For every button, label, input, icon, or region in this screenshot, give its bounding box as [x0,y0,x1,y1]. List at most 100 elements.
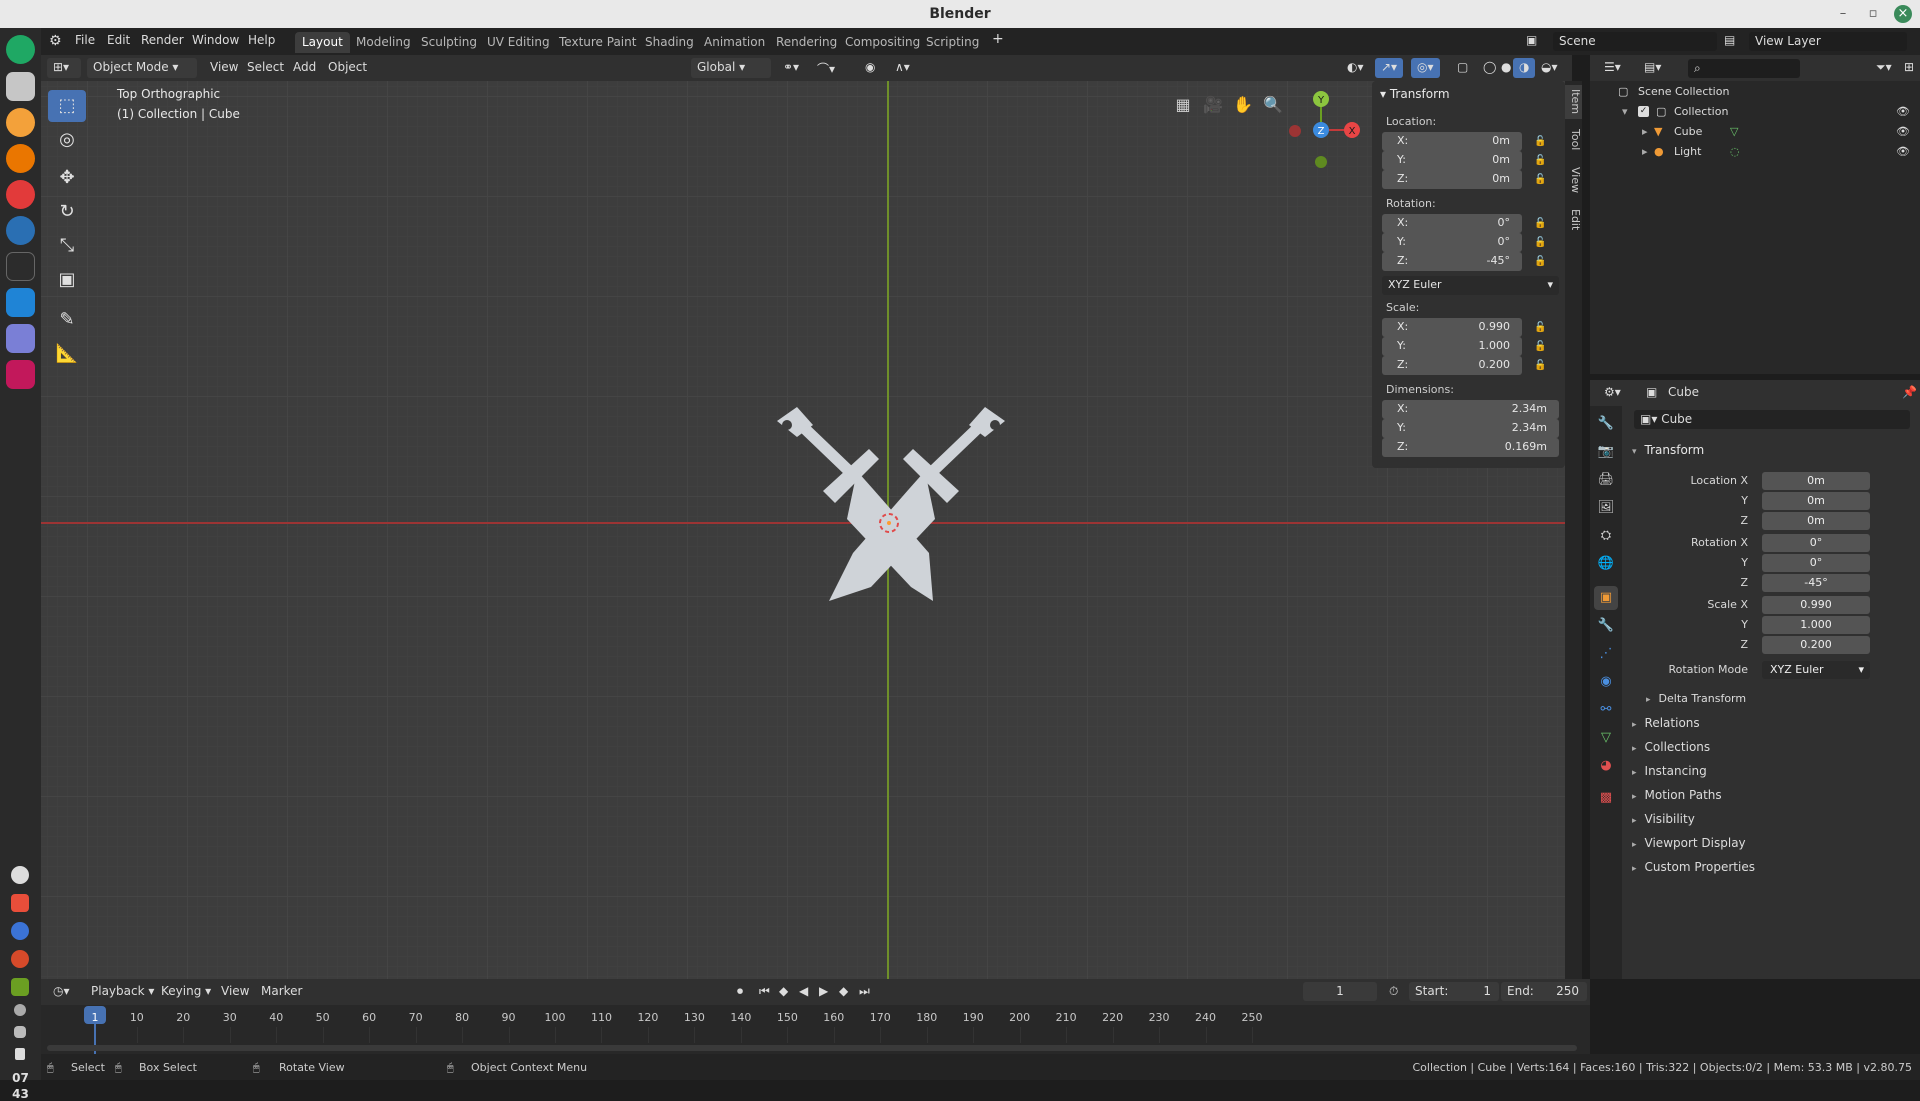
rotation-y-field[interactable]: 0° [1762,554,1870,572]
3d-viewport[interactable]: Top Orthographic (1) Collection | Cube ▦… [41,81,1572,979]
app-launcher-icon[interactable] [6,35,35,64]
play-icon[interactable]: ▶ [813,982,834,1002]
view-layer-properties-icon[interactable]: 🖼 [1594,496,1618,520]
eye-icon[interactable]: 👁 [1896,145,1910,158]
select-box-icon[interactable]: ⬚ [48,90,86,122]
editor-type-icon[interactable]: ⊞▾ [47,58,81,78]
overlay-toggle-icon[interactable]: ◎▾ [1411,58,1440,78]
proportional-edit-icon[interactable]: ◉ [859,58,881,78]
pin-icon[interactable]: 📌 [1896,383,1920,403]
timeline-scrollbar[interactable] [47,1045,1577,1051]
next-keyframe-icon[interactable]: ◆ [833,982,854,1002]
timeline-marker-menu[interactable]: Marker [255,982,308,1002]
tool-properties-icon[interactable]: 🔧 [1594,412,1618,436]
view-layer-field[interactable]: View Layer [1749,32,1907,51]
scale-y-field[interactable]: Y: 1.000 [1382,337,1522,356]
measure-tool-icon[interactable]: 📐 [48,338,86,370]
prev-keyframe-icon[interactable]: ◆ [773,982,794,1002]
scale-x-field[interactable]: X: 0.990 [1382,318,1522,337]
add-workspace-icon[interactable]: + [992,31,1004,47]
properties-editor-type-icon[interactable]: ⚙▾ [1598,383,1627,403]
gizmo-toggle-icon[interactable]: ↗▾ [1375,58,1404,78]
visual-studio-icon[interactable] [6,324,35,353]
tab-shading[interactable]: Shading [638,32,701,53]
cursor-tool-icon[interactable]: ◎ [48,124,86,156]
outliner-editor-type-icon[interactable]: ☰▾ [1598,58,1627,78]
maximize-icon[interactable]: ▫ [1864,5,1882,23]
display-mode-icon[interactable]: ▤▾ [1638,58,1667,78]
collections-section[interactable]: ▸ Collections [1632,740,1710,754]
files-icon[interactable] [6,72,35,101]
menu-window[interactable]: Window [192,33,239,47]
npanel-header[interactable]: ▾ Transform [1380,87,1450,101]
orientation-dropdown[interactable]: Global ▾ [691,58,771,78]
jump-end-icon[interactable]: ⏭ [853,982,876,1002]
rotation-mode-dropdown[interactable]: XYZ Euler ▾ [1382,276,1559,295]
lock-icon[interactable]: 🔓 [1534,341,1546,353]
clipboard-icon[interactable] [15,1048,25,1060]
loc-x-field[interactable]: X: 0m [1382,132,1522,151]
viewport-menu-object[interactable]: Object [322,58,373,78]
viewport-menu-select[interactable]: Select [241,58,290,78]
expand-icon[interactable]: ▸ [1642,145,1648,158]
relations-section[interactable]: ▸ Relations [1632,716,1700,730]
preview-range-icon[interactable]: ⏱ [1383,982,1404,1002]
tab-layout[interactable]: Layout [295,32,350,53]
texture-properties-icon[interactable]: ▩ [1594,786,1618,810]
record-icon[interactable]: ⏺ [731,982,749,1002]
browser-icon[interactable] [6,108,35,137]
rot-y-field[interactable]: Y: 0° [1382,233,1522,252]
volume-icon[interactable] [14,1026,26,1038]
expand-icon[interactable]: ▾ [1622,105,1628,118]
tab-item[interactable]: Item [1565,85,1582,119]
scene-selector-icon[interactable]: ▣ [1526,33,1537,47]
blender-logo-icon[interactable]: ⚙ [49,33,62,49]
rotation-mode-dropdown[interactable]: XYZ Euler ▾ [1762,661,1870,679]
transform-tool-icon[interactable]: ▣ [48,264,86,296]
scene-name-field[interactable]: Scene [1553,32,1717,51]
scale-y-field[interactable]: 1.000 [1762,616,1870,634]
dim-y-field[interactable]: Y: 2.34m [1382,419,1559,438]
lock-icon[interactable]: 🔓 [1534,237,1546,249]
physics-properties-icon[interactable]: ◉ [1594,670,1618,694]
tab-scripting[interactable]: Scripting [919,32,986,53]
outliner-item-cube[interactable]: ▸ ▼ Cube ▽ 👁 [1590,121,1920,141]
data-properties-icon[interactable]: ▽ [1594,726,1618,750]
timeline-view-menu[interactable]: View [215,982,255,1002]
menu-render[interactable]: Render [141,33,184,47]
outliner-search-input[interactable]: ⌕ [1688,59,1800,78]
rotation-z-field[interactable]: -45° [1762,574,1870,592]
tab-sculpting[interactable]: Sculpting [414,32,484,53]
vscode-icon[interactable] [6,288,35,317]
rotate-tool-icon[interactable]: ↻ [48,196,86,228]
shield-tray-icon[interactable] [11,894,29,912]
blender-app-icon[interactable] [6,144,35,173]
material-properties-icon[interactable]: ◕ [1594,754,1618,778]
visibility-icon[interactable]: ◐▾ [1341,58,1370,78]
wifi-icon[interactable] [14,1004,26,1016]
end-frame-field[interactable]: End: 250 [1501,982,1587,1001]
view-layer-icon[interactable]: ▤ [1724,33,1735,47]
scale-z-field[interactable]: 0.200 [1762,636,1870,654]
checkbox-icon[interactable]: ✓ [1638,106,1649,117]
snap-icon[interactable]: ⌒▾ [811,58,841,78]
viewport-display-section[interactable]: ▸ Viewport Display [1632,836,1746,850]
close-icon[interactable]: × [1894,5,1912,23]
render-properties-icon[interactable]: 📷 [1594,440,1618,464]
material-shading-icon[interactable]: ◑ [1513,58,1536,78]
cube-object[interactable] [761,401,1021,641]
xray-icon[interactable]: ▢ [1451,58,1474,78]
tab-animation[interactable]: Animation [697,32,772,53]
scene-properties-icon[interactable]: ⛭ [1594,524,1618,548]
mode-dropdown[interactable]: Object Mode ▾ [87,58,197,78]
pivot-icon[interactable]: ⚭▾ [777,58,805,78]
expand-icon[interactable]: ▸ [1642,125,1648,138]
playback-menu[interactable]: Playback ▾ [85,982,160,1002]
object-properties-icon[interactable]: ▣ [1594,586,1618,610]
new-collection-icon[interactable]: ⊞ [1898,58,1920,78]
menu-edit[interactable]: Edit [107,33,130,47]
gizmo-neg-y-icon[interactable] [1315,156,1327,168]
outliner-collection[interactable]: ▾ ✓ ▢ Collection 👁 [1590,101,1920,121]
menu-help[interactable]: Help [248,33,275,47]
tab-tool[interactable]: Tool [1565,123,1582,157]
